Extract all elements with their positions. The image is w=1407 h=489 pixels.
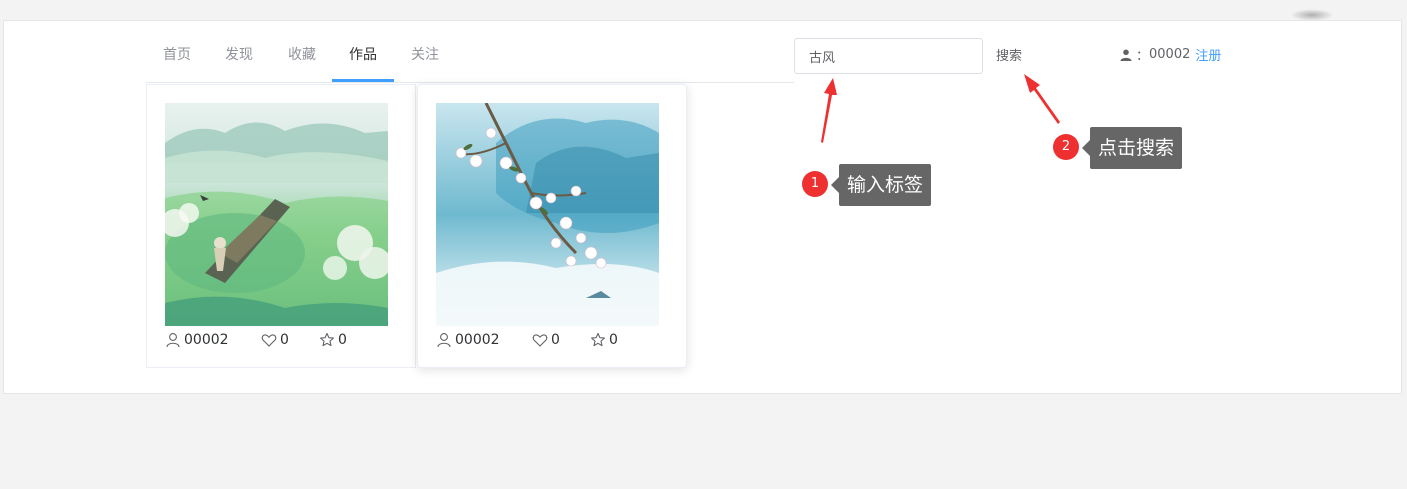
active-tab-indicator bbox=[332, 79, 394, 82]
annotation-badge-1: 1 bbox=[802, 171, 828, 197]
like-count: 0 bbox=[551, 332, 560, 348]
user-info: ： 00002 注册 bbox=[1120, 45, 1221, 64]
tag-search-input[interactable] bbox=[794, 38, 983, 74]
user-separator: ： bbox=[1136, 49, 1150, 64]
favorite-button[interactable]: 0 bbox=[590, 332, 618, 348]
annotation-tooltip-1: 输入标签 bbox=[830, 164, 932, 206]
tab-following[interactable]: 关注 bbox=[411, 28, 439, 83]
like-button[interactable]: 0 bbox=[532, 332, 590, 348]
search-button[interactable]: 搜索 bbox=[996, 45, 1022, 64]
heart-icon bbox=[532, 334, 548, 347]
user-outline-icon bbox=[437, 333, 451, 348]
user-icon bbox=[1120, 49, 1132, 61]
favorite-count: 0 bbox=[609, 332, 618, 348]
tab-favorites[interactable]: 收藏 bbox=[288, 28, 316, 83]
like-button[interactable]: 0 bbox=[261, 332, 319, 348]
annotation-badge-2: 2 bbox=[1053, 134, 1079, 160]
tab-works[interactable]: 作品 bbox=[349, 28, 377, 83]
favorite-button[interactable]: 0 bbox=[319, 332, 347, 348]
user-outline-icon bbox=[166, 333, 180, 348]
heart-icon bbox=[261, 334, 277, 347]
favorite-count: 0 bbox=[338, 332, 347, 348]
star-icon bbox=[320, 332, 334, 347]
annotation-tooltip-2: 点击搜索 bbox=[1081, 127, 1183, 169]
star-icon bbox=[591, 332, 605, 347]
tab-discover[interactable]: 发现 bbox=[225, 28, 253, 83]
work-author: 00002 bbox=[165, 332, 261, 348]
annotation-arrow-2 bbox=[1024, 74, 1060, 124]
author-id: 00002 bbox=[184, 332, 229, 348]
work-meta: 00002 0 0 bbox=[436, 332, 618, 348]
work-author: 00002 bbox=[436, 332, 532, 348]
annotation-arrow-1 bbox=[821, 78, 837, 143]
work-card[interactable]: 00002 0 0 bbox=[417, 84, 687, 368]
register-link[interactable]: 注册 bbox=[1195, 45, 1221, 64]
work-image-landscape-boat[interactable] bbox=[165, 103, 388, 326]
like-count: 0 bbox=[280, 332, 289, 348]
user-id: 00002 bbox=[1149, 47, 1191, 62]
tab-home[interactable]: 首页 bbox=[163, 28, 191, 83]
work-card[interactable]: 00002 0 0 bbox=[146, 84, 416, 368]
work-image-blossom-branch[interactable] bbox=[436, 103, 659, 326]
work-meta: 00002 0 0 bbox=[165, 332, 347, 348]
author-id: 00002 bbox=[455, 332, 500, 348]
